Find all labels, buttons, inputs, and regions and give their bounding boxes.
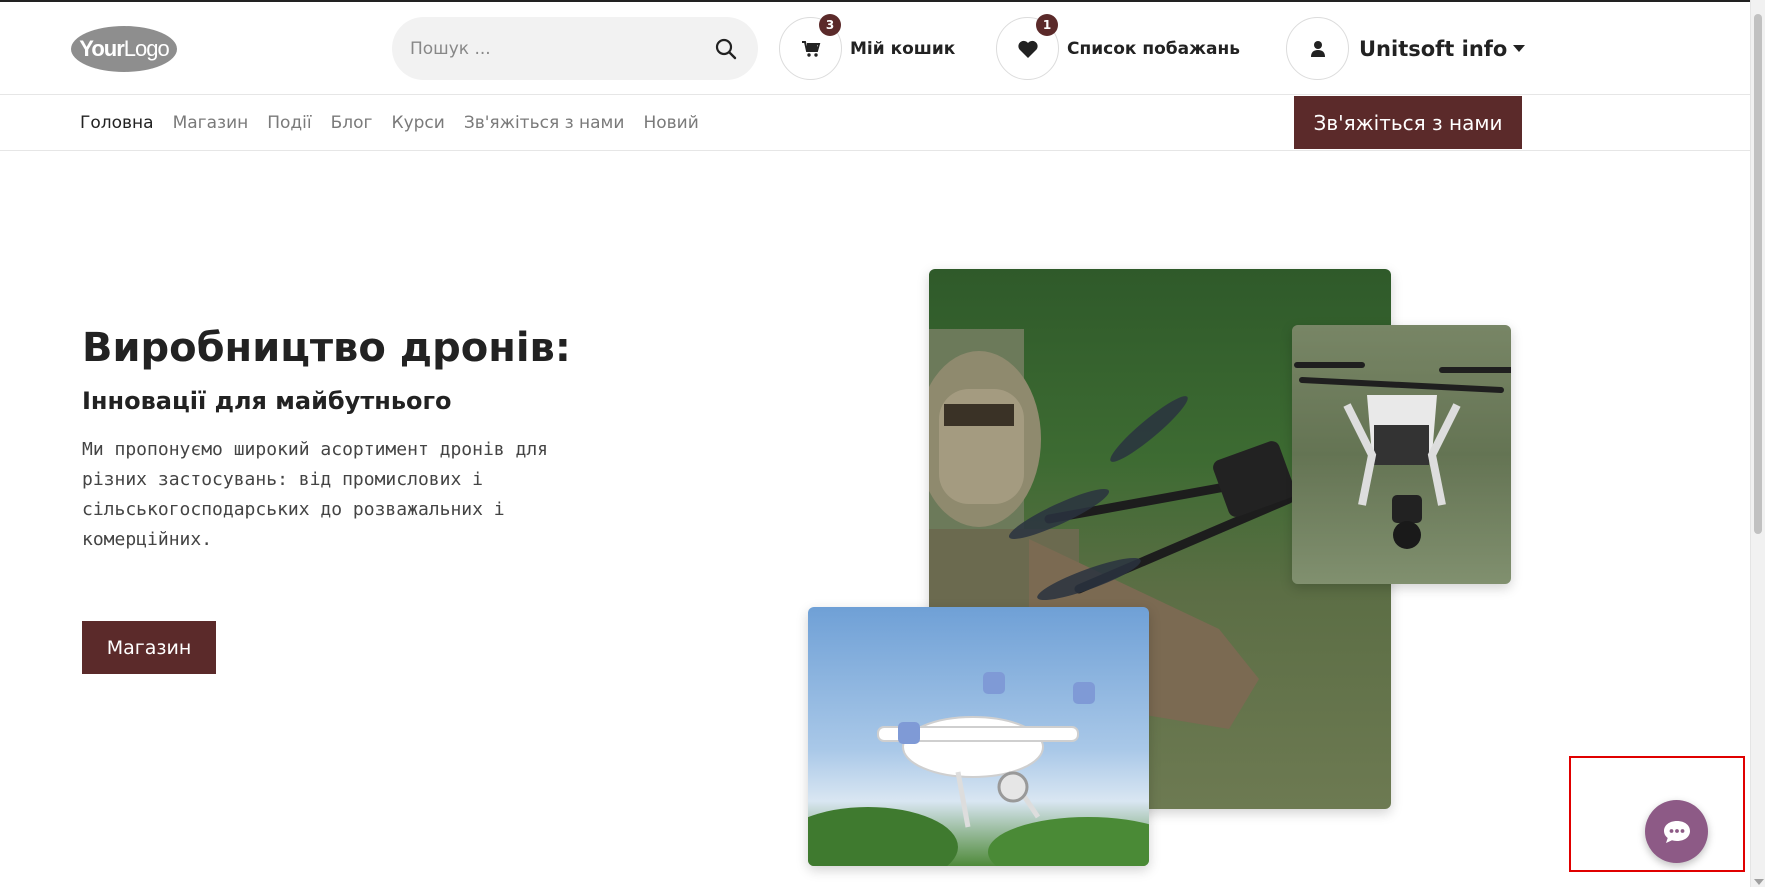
search-input[interactable] — [410, 17, 700, 80]
heart-icon — [1017, 40, 1038, 58]
wishlist-label: Список побажань — [1067, 38, 1240, 59]
hero-image-industrial-drone — [1292, 325, 1511, 584]
wishlist-link[interactable]: 1 Список побажань — [996, 14, 1240, 80]
nav-item-contact[interactable]: Зв'яжіться з нами — [464, 113, 625, 133]
user-label: Unitsoft info — [1359, 36, 1508, 61]
nav-item-blog[interactable]: Блог — [331, 113, 373, 133]
main-nav: Головна Магазин Події Блог Курси Зв'яжіт… — [0, 96, 1750, 151]
page-scrollbar[interactable] — [1750, 0, 1765, 887]
cart-label: Мій кошик — [850, 38, 956, 59]
hero-title: Виробництво дронів: — [82, 325, 571, 371]
scroll-down-arrow-icon[interactable] — [1754, 879, 1764, 885]
nav-item-events[interactable]: Події — [267, 113, 311, 133]
live-chat-button[interactable] — [1645, 800, 1708, 863]
header: YourLogo 3 Мій кошик 1 Список побажань — [0, 2, 1750, 95]
nav-item-shop[interactable]: Магазин — [173, 113, 249, 133]
cart-circle: 3 — [779, 14, 842, 80]
user-icon — [1310, 40, 1325, 57]
user-menu[interactable]: Unitsoft info — [1286, 17, 1526, 80]
page: YourLogo 3 Мій кошик 1 Список побажань — [0, 0, 1765, 887]
logo-part-2: Logo — [123, 36, 170, 61]
logo[interactable]: Your Logo — [71, 26, 177, 72]
cart-icon — [801, 40, 820, 57]
hero-subtitle: Інновації для майбутнього — [82, 387, 452, 415]
chevron-down-icon — [1513, 45, 1526, 52]
chat-icon — [1663, 820, 1690, 843]
logo-part-1: Your — [79, 36, 124, 61]
user-name: Unitsoft info — [1359, 36, 1526, 61]
wishlist-count-badge: 1 — [1036, 14, 1058, 36]
contact-us-button[interactable]: Зв'яжіться з нами — [1294, 96, 1522, 149]
nav-links: Головна Магазин Події Блог Курси Зв'яжіт… — [80, 96, 699, 150]
cart-link[interactable]: 3 Мій кошик — [779, 14, 956, 80]
user-circle — [1286, 17, 1349, 80]
search-box — [392, 17, 758, 80]
scrollbar-thumb[interactable] — [1754, 14, 1762, 534]
nav-item-courses[interactable]: Курси — [392, 113, 445, 133]
search-icon — [715, 38, 737, 60]
cart-count-badge: 3 — [819, 14, 841, 36]
shop-button[interactable]: Магазин — [82, 621, 216, 674]
white-drone-illustration — [808, 672, 1149, 866]
search-button[interactable] — [708, 31, 744, 67]
nav-item-home[interactable]: Головна — [80, 113, 154, 133]
wishlist-circle: 1 — [996, 14, 1059, 80]
hero-image-white-drone — [808, 607, 1149, 866]
industrial-drone-illustration — [1292, 325, 1511, 584]
hero-description: Ми пропонуємо широкий асортимент дронів … — [82, 439, 548, 550]
nav-item-new[interactable]: Новий — [643, 113, 698, 133]
